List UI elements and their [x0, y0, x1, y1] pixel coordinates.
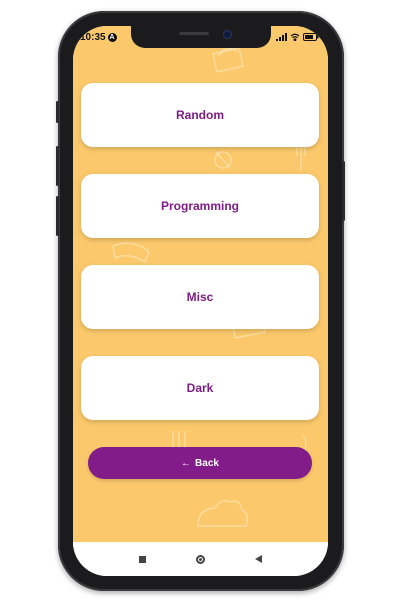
android-nav-bar: [73, 542, 328, 576]
back-button-label: Back: [195, 457, 219, 469]
back-button[interactable]: ← Back: [88, 447, 312, 479]
side-button-left-3: [56, 196, 59, 236]
back-triangle-icon[interactable]: [255, 555, 262, 563]
status-icons: [276, 33, 328, 41]
status-time: 10:35 A: [73, 32, 117, 43]
time-text: 10:35: [80, 31, 106, 43]
home-circle-icon[interactable]: [196, 554, 205, 564]
front-camera: [223, 30, 232, 39]
category-card-misc[interactable]: Misc: [81, 265, 319, 329]
category-label: Dark: [186, 381, 214, 395]
app-background: 10:35 A Random Programming Misc Dark ← B…: [73, 26, 328, 542]
wifi-icon: [290, 33, 300, 41]
category-label: Random: [176, 108, 224, 122]
signal-icon: [276, 33, 287, 41]
category-card-programming[interactable]: Programming: [81, 174, 319, 238]
category-card-random[interactable]: Random: [81, 83, 319, 147]
category-label: Programming: [160, 199, 239, 213]
category-card-dark[interactable]: Dark: [81, 356, 319, 420]
camera-notch: [131, 26, 271, 48]
side-button-right: [342, 161, 345, 221]
notification-badge: A: [107, 32, 117, 42]
side-button-left-2: [56, 146, 59, 186]
back-arrow-icon: ←: [181, 457, 192, 469]
phone-screen: 10:35 A Random Programming Misc Dark ← B…: [73, 26, 328, 576]
battery-icon: [303, 33, 319, 41]
category-label: Misc: [186, 290, 214, 304]
side-button-left-1: [56, 101, 59, 123]
recents-square-icon[interactable]: [139, 555, 146, 563]
speaker-grille: [179, 32, 209, 35]
